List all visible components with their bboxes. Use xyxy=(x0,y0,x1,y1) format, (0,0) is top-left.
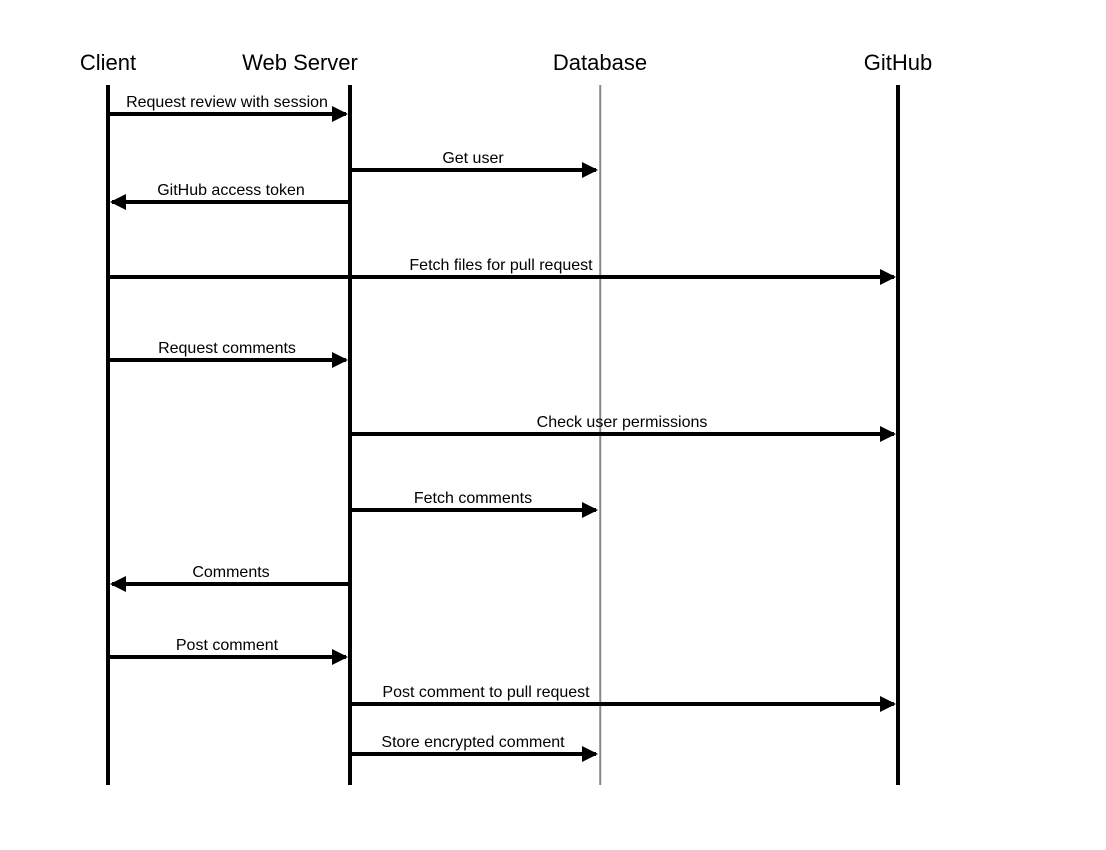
participant-github: GitHub xyxy=(864,50,932,76)
msg-label: Request comments xyxy=(158,340,296,358)
arrow-head-icon xyxy=(582,162,598,178)
msg-store-encrypted: Store encrypted comment xyxy=(350,752,596,756)
arrow-head-icon xyxy=(880,696,896,712)
arrow-head-icon xyxy=(332,649,348,665)
msg-label: GitHub access token xyxy=(157,182,305,200)
msg-label: Store encrypted comment xyxy=(381,734,564,752)
msg-request-review: Request review with session xyxy=(108,112,346,116)
msg-fetch-files: Fetch files for pull request xyxy=(108,275,894,279)
arrow-head-icon xyxy=(880,269,896,285)
msg-comments: Comments xyxy=(112,582,350,586)
msg-fetch-comments: Fetch comments xyxy=(350,508,596,512)
msg-label: Fetch files for pull request xyxy=(409,257,592,275)
arrow-head-icon xyxy=(332,352,348,368)
arrow-head-icon xyxy=(582,502,598,518)
msg-check-permissions: Check user permissions xyxy=(350,432,894,436)
arrow-head-icon xyxy=(582,746,598,762)
msg-access-token: GitHub access token xyxy=(112,200,350,204)
msg-get-user: Get user xyxy=(350,168,596,172)
msg-post-to-pr: Post comment to pull request xyxy=(350,702,894,706)
participant-client: Client xyxy=(80,50,136,76)
msg-label: Fetch comments xyxy=(414,490,532,508)
msg-request-comments: Request comments xyxy=(108,358,346,362)
arrow-head-icon xyxy=(110,576,126,592)
lifeline-client xyxy=(106,85,110,785)
arrow-head-icon xyxy=(110,194,126,210)
lifeline-github xyxy=(896,85,900,785)
msg-label: Check user permissions xyxy=(537,414,708,432)
arrow-head-icon xyxy=(880,426,896,442)
msg-label: Post comment xyxy=(176,637,278,655)
participant-database: Database xyxy=(553,50,647,76)
msg-label: Comments xyxy=(192,564,269,582)
msg-post-comment: Post comment xyxy=(108,655,346,659)
msg-label: Post comment to pull request xyxy=(382,684,589,702)
msg-label: Get user xyxy=(442,150,503,168)
arrow-head-icon xyxy=(332,106,348,122)
participant-webserver: Web Server xyxy=(242,50,358,76)
msg-label: Request review with session xyxy=(126,94,328,112)
